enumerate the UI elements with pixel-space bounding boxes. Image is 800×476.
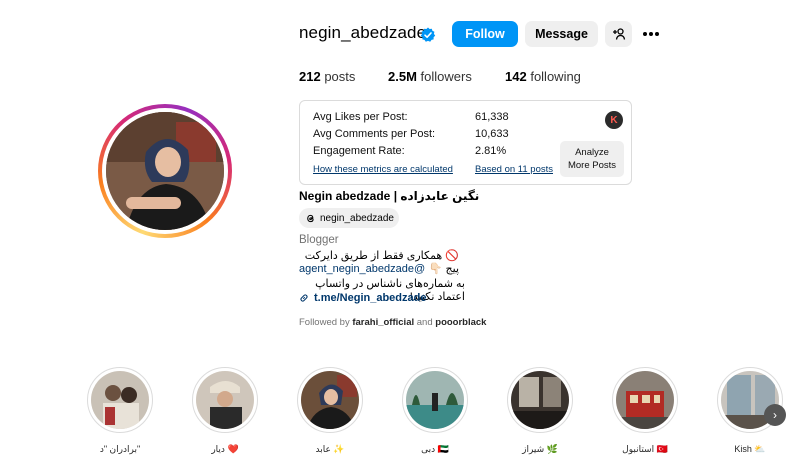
highlight-3[interactable] xyxy=(297,367,363,433)
highlight-6[interactable] xyxy=(612,367,678,433)
highlight-6-cover xyxy=(616,371,674,429)
analyze-label-line1: Analyze xyxy=(575,147,609,158)
threads-badge[interactable]: negin_abedzade xyxy=(299,208,399,228)
threads-handle: negin_abedzade xyxy=(320,212,394,224)
metrics-info-link[interactable]: How these metrics are calculated xyxy=(313,164,453,175)
avg-comments-value: 10,633 xyxy=(475,128,509,140)
extension-logo-icon[interactable]: K xyxy=(605,111,623,129)
more-options-button[interactable] xyxy=(640,21,662,47)
engagement-metrics-card: Avg Likes per Post: 61,338 Avg Comments … xyxy=(299,100,632,185)
highlight-3-cover xyxy=(301,371,359,429)
analyze-label-line2: More Posts xyxy=(567,160,617,171)
highlight-5-cover xyxy=(511,371,569,429)
followed-by-and: and xyxy=(416,317,433,328)
analyze-more-posts-button[interactable]: Analyze More Posts xyxy=(560,141,624,177)
followed-by-user-2[interactable]: pooorblack xyxy=(435,317,486,328)
add-user-button[interactable] xyxy=(605,21,632,47)
highlight-1[interactable] xyxy=(87,367,153,433)
highlight-6-label: استانبول 🇹🇷 xyxy=(622,444,668,454)
more-options-icon xyxy=(643,32,659,36)
threads-icon xyxy=(307,214,314,222)
highlights-next-button[interactable]: › xyxy=(764,404,786,426)
profile-category: Blogger xyxy=(299,234,339,246)
highlight-2[interactable] xyxy=(192,367,258,433)
following-label: following xyxy=(530,69,581,84)
highlight-7-label: Kish ⛅ xyxy=(734,444,766,454)
followers-number: 2.5M xyxy=(388,69,417,84)
followers-label: followers xyxy=(420,69,472,84)
profile-username: negin_abedzade xyxy=(299,23,427,42)
chevron-right-icon: › xyxy=(773,408,777,422)
follow-button[interactable]: Follow xyxy=(452,21,518,47)
engagement-rate-label: Engagement Rate: xyxy=(313,145,405,157)
verified-badge-icon xyxy=(420,27,436,42)
profile-full-name: Negin abedzade | نگین عابدزاده xyxy=(299,189,480,203)
add-user-icon xyxy=(612,28,625,40)
highlight-5[interactable] xyxy=(507,367,573,433)
followers-link[interactable]: 2.5M followers xyxy=(388,69,472,84)
highlight-5-label: شیراز 🌿 xyxy=(522,444,558,454)
highlight-1-label: برادران "د" xyxy=(99,444,141,454)
highlight-4-label: دبی 🇦🇪 xyxy=(421,444,449,454)
followed-by-user-1[interactable]: farahi_official xyxy=(352,317,414,328)
bio-mention-link[interactable]: agent_negin_abedzade@ xyxy=(299,263,425,275)
bio-link-text: t.me/Negin_abedzade xyxy=(314,292,427,304)
posts-label: posts xyxy=(324,69,356,84)
highlight-4[interactable] xyxy=(402,367,468,433)
followed-by-prefix: Followed by xyxy=(299,317,350,328)
highlight-4-cover xyxy=(406,371,464,429)
posts-count: 212 posts xyxy=(299,69,355,84)
link-icon xyxy=(300,294,308,302)
message-button[interactable]: Message xyxy=(525,21,598,47)
followed-by[interactable]: Followed by farahi_official and pooorbla… xyxy=(299,317,486,328)
profile-avatar-ring[interactable] xyxy=(98,104,232,238)
avatar xyxy=(106,112,224,230)
highlight-2-cover xyxy=(196,371,254,429)
avg-comments-label: Avg Comments per Post: xyxy=(313,128,436,140)
avg-likes-label: Avg Likes per Post: xyxy=(313,111,408,123)
based-on-posts-link[interactable]: Based on 11 posts xyxy=(475,164,553,175)
highlight-2-label: دیار ❤️ xyxy=(211,444,239,454)
highlight-3-label: عابد ✨ xyxy=(315,444,345,454)
engagement-rate-value: 2.81% xyxy=(475,145,507,157)
posts-number: 212 xyxy=(299,69,321,84)
following-number: 142 xyxy=(505,69,527,84)
bio-external-link[interactable]: t.me/Negin_abedzade xyxy=(299,292,426,304)
highlight-1-cover xyxy=(91,371,149,429)
avatar-border xyxy=(102,108,228,234)
following-link[interactable]: 142 following xyxy=(505,69,581,84)
avg-likes-value: 61,338 xyxy=(475,111,509,123)
